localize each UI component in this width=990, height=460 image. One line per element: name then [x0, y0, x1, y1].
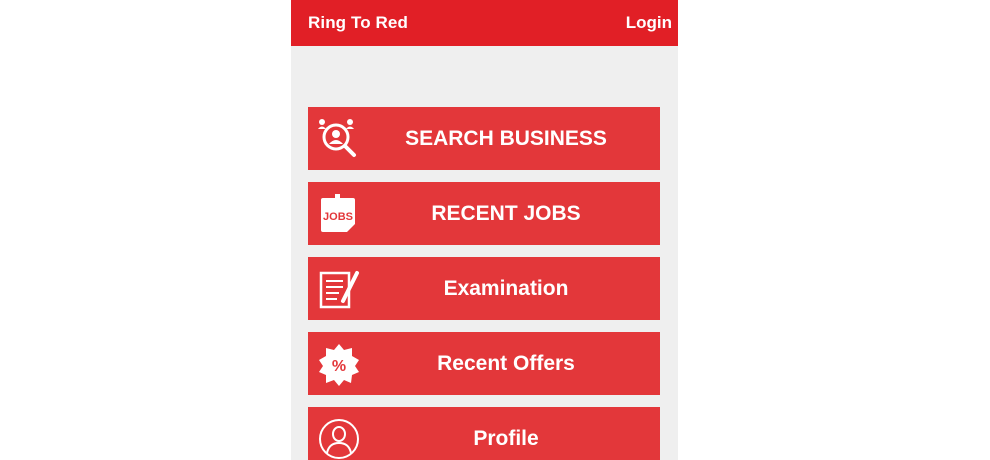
- app-bar: Ring To Red Login: [291, 0, 678, 46]
- examination-icon: [317, 267, 361, 311]
- offers-icon: %: [317, 342, 361, 386]
- examination-button[interactable]: Examination: [308, 257, 660, 320]
- search-business-icon: [317, 117, 361, 161]
- app-title: Ring To Red: [308, 13, 408, 32]
- profile-icon: [317, 417, 361, 460]
- profile-button[interactable]: Profile: [308, 407, 660, 460]
- svg-text:JOBS: JOBS: [323, 211, 353, 223]
- search-business-button[interactable]: SEARCH BUSINESS: [308, 107, 660, 170]
- jobs-icon: JOBS: [317, 192, 361, 236]
- recent-jobs-button[interactable]: JOBS RECENT JOBS: [308, 182, 660, 245]
- svg-text:%: %: [332, 358, 346, 375]
- login-button[interactable]: Login: [626, 13, 672, 33]
- app-screen: Ring To Red Login SEARCH BUSINESS JOBS R…: [291, 0, 678, 460]
- recent-offers-button[interactable]: % Recent Offers: [308, 332, 660, 395]
- main-menu: SEARCH BUSINESS JOBS RECENT JOBS Examina…: [308, 107, 660, 460]
